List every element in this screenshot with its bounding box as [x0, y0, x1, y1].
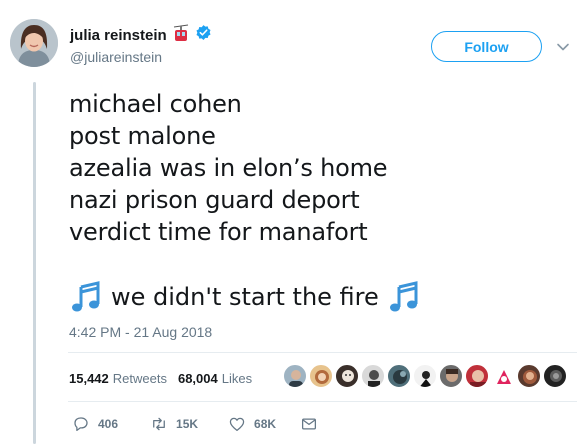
avatar[interactable]	[335, 364, 359, 388]
timestamp[interactable]: 4:42 PM - 21 Aug 2018	[69, 324, 212, 340]
avatar[interactable]	[361, 364, 385, 388]
like-icon	[229, 417, 245, 432]
tweet-header: julia reinstein @juliareinstein Follow	[10, 14, 577, 74]
avatar[interactable]	[283, 364, 307, 388]
musical-notes-icon	[69, 280, 103, 314]
verified-badge-icon	[195, 24, 212, 46]
retweet-icon	[153, 417, 165, 431]
liker-avatars	[283, 364, 569, 388]
reply-button[interactable]: 406	[72, 415, 118, 433]
avatar[interactable]	[491, 364, 515, 388]
like-count: 68K	[254, 417, 277, 431]
direct-message-button[interactable]	[300, 415, 318, 433]
avatar[interactable]	[10, 19, 58, 67]
tweet-line: verdict time for manafort	[69, 218, 368, 246]
tweet-text: michael cohen post malone azealia was in…	[69, 88, 388, 248]
divider	[68, 401, 577, 402]
engagement-stats: 15,442 Retweets 68,004 Likes	[69, 368, 252, 388]
avatar[interactable]	[413, 364, 437, 388]
avatar[interactable]	[465, 364, 489, 388]
avatar[interactable]	[543, 364, 567, 388]
divider	[68, 352, 577, 353]
fire-text: we didn't start the fire	[111, 283, 379, 311]
handle[interactable]: @juliareinstein	[70, 49, 212, 65]
tweet-line: azealia was in elon’s home	[69, 154, 388, 182]
tweet-line: nazi prison guard deport	[69, 186, 360, 214]
retweet-count: 15K	[176, 417, 199, 431]
retweets-count[interactable]: 15,442	[69, 371, 109, 386]
tweet-fire-line: we didn't start the fire	[69, 279, 421, 315]
like-button[interactable]: 68K	[228, 415, 276, 433]
avatar[interactable]	[309, 364, 333, 388]
likes-count[interactable]: 68,004	[178, 371, 218, 386]
avatar[interactable]	[439, 364, 463, 388]
reply-icon	[74, 417, 88, 432]
thread-line	[33, 82, 36, 444]
tweet-actions: 406 15K 68K	[72, 414, 318, 434]
display-name[interactable]: julia reinstein	[70, 27, 167, 44]
message-icon	[302, 418, 317, 430]
gondola-emoji-icon	[172, 24, 190, 47]
tweet-line: post malone	[69, 122, 216, 150]
retweets-label[interactable]: Retweets	[113, 371, 167, 386]
likes-label[interactable]: Likes	[222, 371, 252, 386]
avatar[interactable]	[387, 364, 411, 388]
tweet-line: michael cohen	[69, 90, 242, 118]
avatar[interactable]	[517, 364, 541, 388]
follow-button[interactable]: Follow	[431, 31, 542, 62]
musical-notes-icon	[387, 280, 421, 314]
chevron-down-icon[interactable]	[556, 40, 570, 54]
retweet-button[interactable]: 15K	[150, 415, 198, 433]
reply-count: 406	[98, 417, 119, 431]
